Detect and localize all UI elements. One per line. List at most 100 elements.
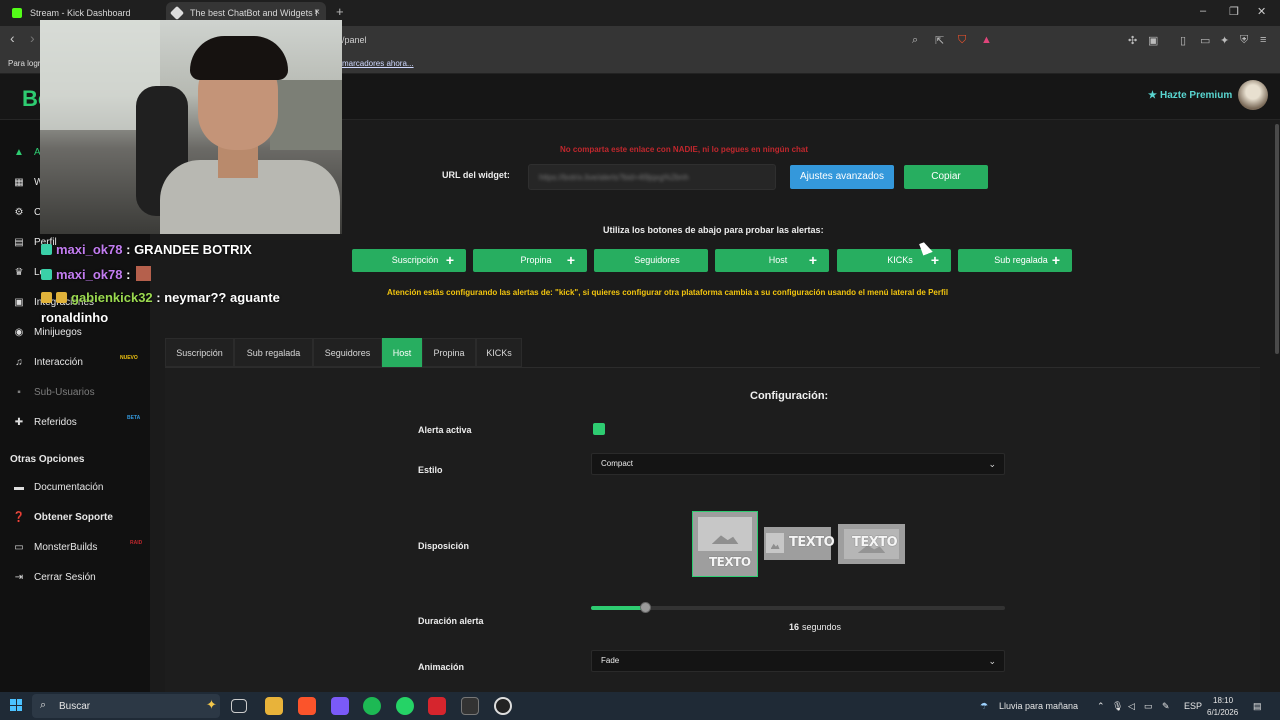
test-kicks-button[interactable]: KICKs + <box>837 249 951 272</box>
other-options-heading: Otras Opciones <box>10 454 85 465</box>
close-window-icon[interactable]: ✕ <box>1257 5 1266 18</box>
sidebar-item-docs[interactable]: ▬ Documentación <box>12 482 103 493</box>
sidebar-item-label: Sub-Usuarios <box>34 387 95 398</box>
advanced-settings-button[interactable]: Ajustes avanzados <box>790 165 894 189</box>
notifications-icon[interactable]: ▤ <box>1253 701 1262 712</box>
restore-icon[interactable]: ❐ <box>1229 5 1239 18</box>
spotify-icon[interactable] <box>363 697 381 715</box>
user-avatar[interactable] <box>1238 80 1268 110</box>
obs-icon[interactable] <box>494 697 512 715</box>
tab-groups-icon[interactable]: ▣ <box>1148 34 1158 47</box>
minimize-icon[interactable]: – <box>1200 5 1206 17</box>
tab-subscription[interactable]: Suscripción <box>165 338 234 367</box>
botrix-app-icon[interactable] <box>461 697 479 715</box>
share-icon[interactable]: ⇱ <box>935 34 944 47</box>
test-subscription-button[interactable]: Suscripción + <box>352 249 466 272</box>
bookmarks-hint: Para logr <box>8 59 41 68</box>
slider-handle[interactable] <box>639 602 651 613</box>
chat-text: : neymar?? aguante <box>156 290 280 305</box>
layout-text: TEXTO <box>709 555 751 569</box>
premium-link[interactable]: ★ Hazte Premium <box>1148 90 1232 101</box>
layout-option-inline[interactable]: TEXTO <box>764 527 835 560</box>
volume-icon[interactable]: ◁ <box>1128 701 1135 712</box>
layout-option-stacked[interactable]: TEXTO <box>692 511 758 577</box>
animation-label: Animación <box>418 662 465 672</box>
tab-tip[interactable]: Propina <box>422 338 476 367</box>
sidebar-item-referrals[interactable]: ✚ Referidos <box>12 417 77 428</box>
extensions-icon[interactable]: ✣ <box>1128 34 1137 47</box>
config-title: Configuración: <box>750 390 829 402</box>
zoom-icon[interactable]: ⌕ <box>912 34 918 47</box>
chat-message: maxi_ok78 : GRANDEE BOTRIX <box>41 242 252 257</box>
chat-username: maxi_ok78 <box>56 267 123 282</box>
voicemeeter-icon[interactable] <box>428 697 446 715</box>
page-scrollbar[interactable] <box>1274 120 1280 692</box>
task-view-icon[interactable] <box>231 699 247 713</box>
test-gifted-sub-button[interactable]: Sub regalada + <box>958 249 1072 272</box>
tab-followers[interactable]: Seguidores <box>313 338 382 367</box>
chat-badge-icon <box>41 292 52 303</box>
sidebar-icon[interactable]: ▯ <box>1180 34 1186 47</box>
tray-chevron-icon[interactable]: ⌃ <box>1097 701 1105 712</box>
brave-shield-icon[interactable]: ⛉ <box>958 34 966 47</box>
vpn-icon[interactable]: ⛨ <box>1240 34 1248 47</box>
menu-icon[interactable]: ≡ <box>1260 34 1266 46</box>
microphone-icon[interactable]: 🎙 <box>1112 701 1123 712</box>
sidebar-item-monsterbuilds[interactable]: ▭ MonsterBuilds <box>12 542 97 553</box>
scrollbar-thumb[interactable] <box>1275 124 1279 354</box>
style-select[interactable]: Compact ⌄ <box>591 453 1005 475</box>
layout-option-overlay[interactable]: TEXTO <box>838 524 905 564</box>
tab-host[interactable]: Host <box>382 338 422 367</box>
test-followers-button[interactable]: Seguidores <box>594 249 708 272</box>
sidebar-item-subusers[interactable]: ▪ Sub-Usuarios <box>12 387 95 398</box>
network-icon[interactable]: ▭ <box>1144 701 1153 712</box>
file-explorer-icon[interactable] <box>265 697 283 715</box>
referral-icon: ✚ <box>14 417 24 428</box>
monitor-icon: ▭ <box>14 542 24 553</box>
weather-text[interactable]: Lluvia para mañana <box>999 701 1078 711</box>
windows-start-icon[interactable] <box>10 699 22 711</box>
animation-select[interactable]: Fade ⌄ <box>591 650 1005 672</box>
bookmarks-link[interactable]: marcadores ahora... <box>342 59 414 68</box>
copy-button[interactable]: Copiar <box>904 165 988 189</box>
clock-date[interactable]: 6/1/2026 <box>1207 708 1238 717</box>
discord-icon[interactable] <box>331 697 349 715</box>
sidebar-item-interaction[interactable]: ♫ Interacción <box>12 357 83 368</box>
sidebar-item-logout[interactable]: ⇥ Cerrar Sesión <box>12 572 96 583</box>
sidebar-item-alerts[interactable]: ▲ A <box>12 147 41 158</box>
weather-icon[interactable]: ☂ <box>980 701 988 712</box>
chat-username: maxi_ok78 <box>56 242 123 257</box>
language-indicator[interactable]: ESP <box>1184 701 1202 711</box>
search-icon: ⌕ <box>40 699 47 711</box>
layout-text: TEXTO <box>789 535 835 550</box>
test-host-button[interactable]: Host + <box>715 249 829 272</box>
alert-active-checkbox[interactable] <box>593 423 605 435</box>
brave-browser-icon[interactable] <box>298 697 316 715</box>
docs-icon: ▬ <box>14 482 24 493</box>
pen-icon[interactable]: ✎ <box>1162 701 1170 712</box>
back-icon[interactable]: ‹ <box>10 30 15 46</box>
clock-time[interactable]: 18:10 <box>1213 696 1233 705</box>
wallet-icon[interactable]: ▭ <box>1200 34 1210 47</box>
widget-url-field[interactable]: https://botrix.live/alerts?bid=4l9jqxg%2… <box>528 164 776 190</box>
button-label: Suscripción <box>391 255 439 265</box>
forward-icon[interactable]: › <box>30 30 35 46</box>
duration-readout: 16 segundos <box>789 622 841 632</box>
image-placeholder-icon <box>698 517 752 551</box>
sidebar-item-widgets[interactable]: ▦ W <box>12 177 43 188</box>
new-tab-button[interactable]: + <box>336 4 344 19</box>
tab-gifted-sub[interactable]: Sub regalada <box>234 338 313 367</box>
brave-rewards-icon[interactable]: ▲ <box>981 34 992 46</box>
sidebar-item-support[interactable]: ❓ Obtener Soporte <box>12 512 113 523</box>
whatsapp-icon[interactable] <box>396 697 414 715</box>
taskbar-search[interactable]: ⌕ Buscar ✦ <box>32 694 220 718</box>
plus-icon: + <box>566 252 575 268</box>
leo-ai-icon[interactable]: ✦ <box>1220 34 1229 47</box>
url-text[interactable]: /panel <box>342 35 367 45</box>
sidebar-item-minigames[interactable]: ◉ Minijuegos <box>12 327 82 338</box>
test-tip-button[interactable]: Propina + <box>473 249 587 272</box>
sidebar-item-commands[interactable]: ⚙ C <box>12 207 42 218</box>
tab-kicks[interactable]: KICKs <box>476 338 522 367</box>
duration-slider[interactable] <box>591 602 1005 613</box>
button-label: Seguidores <box>634 255 680 265</box>
